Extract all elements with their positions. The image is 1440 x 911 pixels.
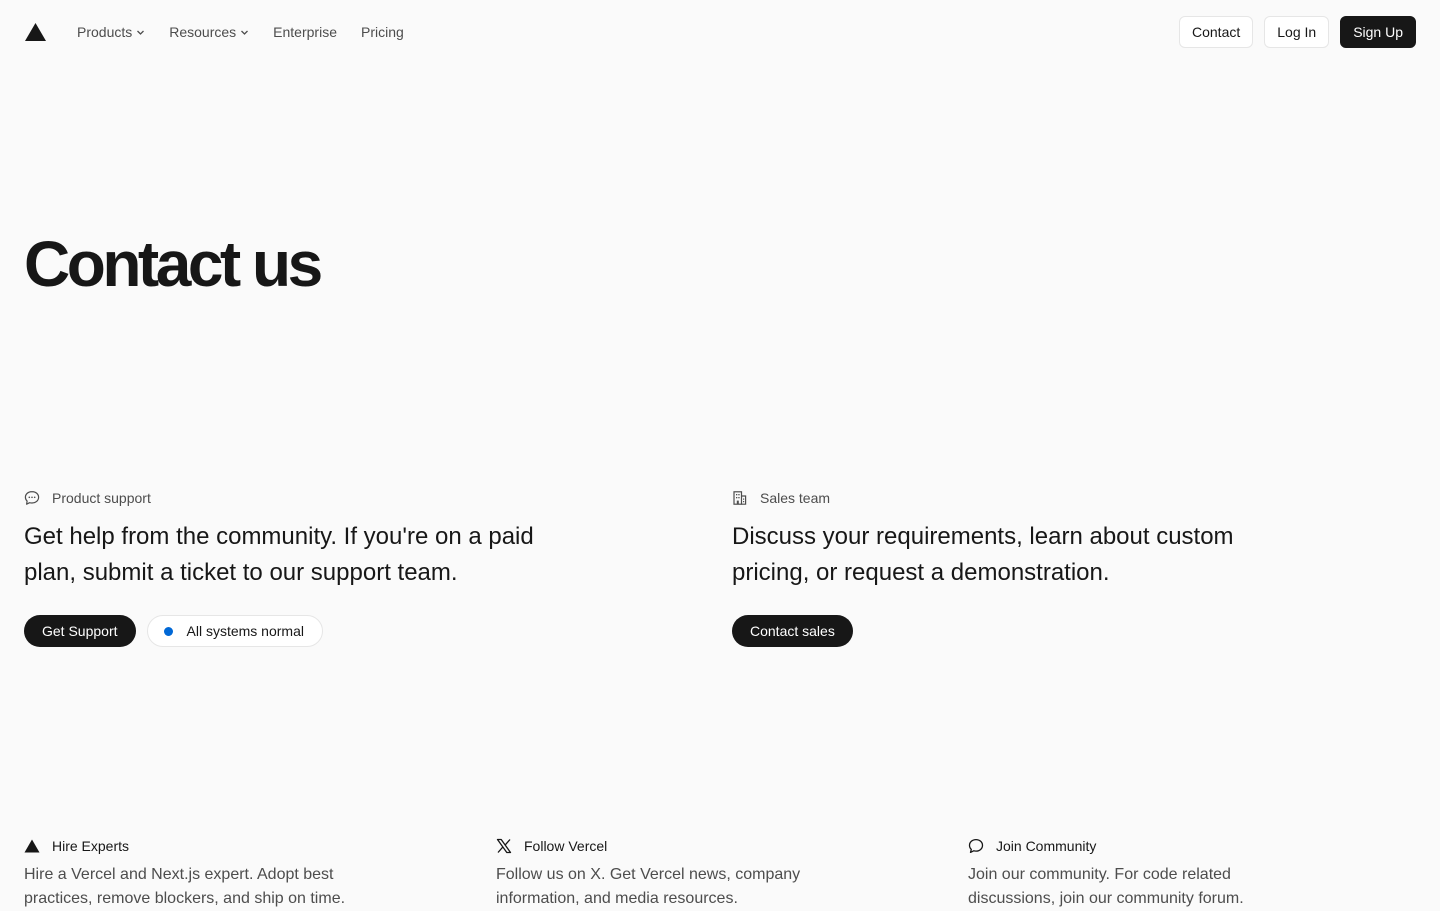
building-icon bbox=[732, 490, 748, 506]
nav-resources-label: Resources bbox=[169, 24, 237, 40]
get-support-button[interactable]: Get Support bbox=[24, 615, 136, 647]
sales-team-actions: Contact sales bbox=[732, 615, 1292, 647]
nav-enterprise[interactable]: Enterprise bbox=[273, 24, 337, 40]
signup-button[interactable]: Sign Up bbox=[1340, 16, 1416, 48]
contact-button[interactable]: Contact bbox=[1179, 16, 1254, 48]
product-support-actions: Get Support All systems normal bbox=[24, 615, 584, 647]
status-badge[interactable]: All systems normal bbox=[146, 615, 323, 647]
follow-vercel-heading-row[interactable]: Follow Vercel bbox=[496, 835, 916, 857]
hire-experts-text: Hire a Vercel and Next.js expert. Adopt … bbox=[24, 866, 346, 907]
header-actions: Contact Log In Sign Up bbox=[1179, 16, 1416, 48]
follow-vercel-text: Follow us on X. Get Vercel news, company… bbox=[496, 866, 801, 907]
hire-experts-heading-row[interactable]: Hire Experts bbox=[24, 835, 444, 857]
nav-pricing-label: Pricing bbox=[360, 24, 404, 40]
nav-enterprise-label: Enterprise bbox=[273, 24, 337, 40]
sales-team-card: Sales team Discuss your requirements, le… bbox=[732, 487, 1292, 647]
join-community-heading: Join Community bbox=[996, 838, 1097, 854]
product-support-heading: Product support bbox=[52, 490, 151, 506]
product-support-card: Product support Get help from the commun… bbox=[24, 487, 584, 647]
product-support-heading-row: Product support bbox=[24, 487, 584, 509]
main-nav: Products Resources Enterprise Pricing bbox=[77, 24, 404, 40]
join-community-text: Join our community. For code related dis… bbox=[968, 866, 1244, 907]
nav-pricing[interactable]: Pricing bbox=[361, 24, 404, 40]
sales-team-text: Discuss your requirements, learn about c… bbox=[732, 523, 1234, 586]
site-header: Products Resources Enterprise Pricing Co… bbox=[0, 0, 1440, 64]
x-logo-icon bbox=[496, 838, 512, 854]
chevron-down-icon bbox=[240, 28, 249, 37]
nav-products[interactable]: Products bbox=[77, 24, 145, 40]
page-title: Contact us bbox=[24, 228, 323, 300]
follow-vercel-heading: Follow Vercel bbox=[524, 838, 608, 854]
login-button[interactable]: Log In bbox=[1264, 16, 1330, 48]
triangle-logo-icon bbox=[24, 838, 40, 854]
nav-resources[interactable]: Resources bbox=[169, 24, 249, 40]
status-label: All systems normal bbox=[186, 623, 304, 639]
vercel-logo-icon[interactable] bbox=[24, 22, 46, 42]
nav-products-label: Products bbox=[77, 24, 133, 40]
sales-team-heading: Sales team bbox=[760, 490, 831, 506]
speech-bubble-icon bbox=[968, 838, 984, 854]
status-dot-icon bbox=[163, 626, 173, 636]
chat-bubble-icon bbox=[24, 490, 40, 506]
join-community-heading-row[interactable]: Join Community bbox=[968, 835, 1388, 857]
sales-team-heading-row: Sales team bbox=[732, 487, 1292, 509]
chevron-down-icon bbox=[136, 28, 145, 37]
contact-sales-button[interactable]: Contact sales bbox=[732, 615, 853, 647]
hire-experts-heading: Hire Experts bbox=[52, 838, 130, 854]
product-support-text: Get help from the community. If you're o… bbox=[24, 523, 534, 586]
